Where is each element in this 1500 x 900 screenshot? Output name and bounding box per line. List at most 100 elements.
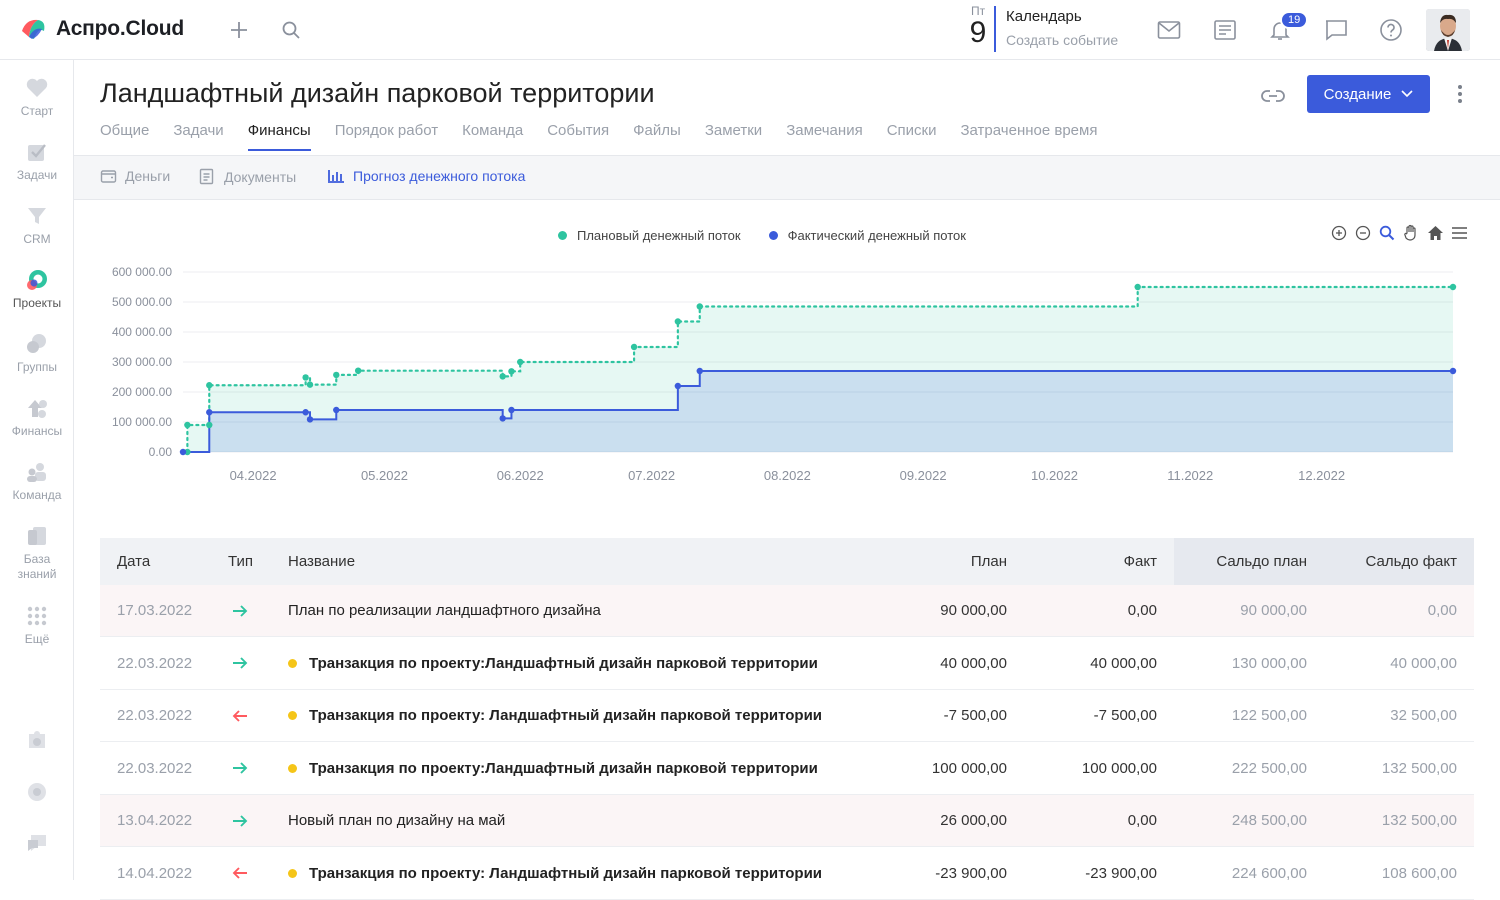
x-tick-label: 05.2022 xyxy=(361,468,408,483)
create-button[interactable]: Создание xyxy=(1307,75,1430,113)
tab-general[interactable]: Общие xyxy=(100,120,149,151)
plan-point xyxy=(306,381,314,388)
today-date[interactable]: Пт 9 xyxy=(962,4,994,48)
zoom-selection-icon[interactable] xyxy=(1378,224,1396,242)
plan-point xyxy=(630,343,638,351)
create-event-link[interactable]: Создать событие xyxy=(1006,32,1118,48)
row-date: 22.03.2022 xyxy=(117,759,193,777)
zoom-in-icon[interactable] xyxy=(1330,224,1348,242)
row-plan: -7 500,00 xyxy=(943,707,1007,724)
mail-icon[interactable] xyxy=(1155,16,1183,44)
legend-item-fact[interactable]: Фактический денежный поток xyxy=(768,228,966,243)
chat-icon[interactable] xyxy=(1322,16,1350,44)
subtab-documents[interactable]: Документы xyxy=(199,168,296,185)
header-plan[interactable]: План xyxy=(971,538,1007,585)
header-name[interactable]: Название xyxy=(288,538,355,585)
sidebar: Старт Задачи CRM Проекты Группы Финансы xyxy=(0,60,74,880)
sidebar-item-groups[interactable]: Группы xyxy=(0,332,74,375)
calendar-title[interactable]: Календарь xyxy=(1006,8,1082,25)
header-type[interactable]: Тип xyxy=(228,538,253,585)
sidebar-item-finance[interactable]: Финансы xyxy=(0,396,74,439)
table-row[interactable]: 22.03.2022 Транзакция по проекту:Ландшафт… xyxy=(100,743,1474,795)
tab-time-spent[interactable]: Затраченное время xyxy=(960,120,1097,151)
x-tick-label: 06.2022 xyxy=(497,468,544,483)
tab-lists[interactable]: Списки xyxy=(887,120,937,151)
help-icon[interactable] xyxy=(1377,16,1405,44)
sidebar-item-extra-3[interactable] xyxy=(0,832,74,860)
tasks-list-icon[interactable] xyxy=(1211,16,1239,44)
table-row[interactable]: 14.04.2022 Транзакция по проекту: Ландшаф… xyxy=(100,848,1474,900)
subtab-cashflow-forecast[interactable]: Прогноз денежного потока xyxy=(327,168,525,184)
add-icon[interactable] xyxy=(225,16,253,44)
sidebar-item-projects[interactable]: Проекты xyxy=(0,268,74,311)
tab-work-order[interactable]: Порядок работ xyxy=(335,120,438,151)
sidebar-label: CRM xyxy=(23,232,51,246)
header-saldo-plan[interactable]: Сальдо план xyxy=(1216,538,1307,585)
legend-item-plan[interactable]: Плановый денежный поток xyxy=(558,228,741,243)
incoming-arrow-icon xyxy=(233,604,248,617)
plan-point xyxy=(674,318,682,325)
sidebar-item-extra-2[interactable] xyxy=(0,780,74,808)
home-icon[interactable] xyxy=(1426,224,1444,242)
table-row[interactable]: 13.04.2022 Новый план по дизайну на май 26… xyxy=(100,795,1474,847)
grid-icon xyxy=(25,604,49,628)
table-row[interactable]: 22.03.2022 Транзакция по проекту: Ландшаф… xyxy=(100,690,1474,742)
search-icon[interactable] xyxy=(277,16,305,44)
top-bar: Аспро.Cloud Пт 9 Календарь Создать событ… xyxy=(0,0,1500,60)
more-menu-icon[interactable] xyxy=(1450,82,1470,106)
groups-icon xyxy=(25,332,49,356)
status-dot-icon xyxy=(288,868,297,878)
notifications-badge: 19 xyxy=(1280,11,1309,29)
x-tick-label: 11.2022 xyxy=(1167,468,1213,483)
y-tick-label: 500 000.00 xyxy=(112,295,172,309)
row-name[interactable]: Транзакция по проекту:Ландшафтный дизайн… xyxy=(288,743,818,794)
menu-icon[interactable] xyxy=(1450,224,1468,242)
tab-team[interactable]: Команда xyxy=(462,120,523,151)
zoom-out-icon[interactable] xyxy=(1354,224,1372,242)
row-saldo-fact: 0,00 xyxy=(1427,602,1457,619)
sidebar-item-more[interactable]: Ещё xyxy=(0,604,74,647)
sidebar-item-tasks[interactable]: Задачи xyxy=(0,140,74,183)
app-logo[interactable]: Аспро.Cloud xyxy=(20,17,184,41)
sidebar-item-knowledge-base[interactable]: База знаний xyxy=(0,524,74,582)
header-date[interactable]: Дата xyxy=(117,538,150,585)
sidebar-label: Проекты xyxy=(12,296,62,310)
sidebar-item-extra-1[interactable] xyxy=(0,728,74,756)
fact-point xyxy=(1449,367,1457,375)
table-row[interactable]: 17.03.2022 План по реализации ландшафтног… xyxy=(100,585,1474,637)
pan-icon[interactable] xyxy=(1402,224,1420,242)
tab-remarks[interactable]: Замечания xyxy=(786,120,863,151)
table-row[interactable]: 22.03.2022 Транзакция по проекту:Ландшафт… xyxy=(100,638,1474,690)
row-name[interactable]: План по реализации ландшафтного дизайна xyxy=(288,585,601,636)
tab-events[interactable]: События xyxy=(547,120,609,151)
tab-finance[interactable]: Финансы xyxy=(247,120,311,151)
header-saldo-fact[interactable]: Сальдо факт xyxy=(1366,538,1457,585)
sidebar-item-team[interactable]: Команда xyxy=(0,460,74,503)
user-avatar[interactable] xyxy=(1426,9,1470,51)
chart-toolbar xyxy=(1330,224,1468,242)
tab-tasks[interactable]: Задачи xyxy=(173,120,223,151)
row-plan: 40 000,00 xyxy=(940,654,1007,672)
row-name[interactable]: Новый план по дизайну на май xyxy=(288,795,505,846)
tab-files[interactable]: Файлы xyxy=(633,120,681,151)
row-name[interactable]: Транзакция по проекту: Ландшафтный дизай… xyxy=(288,848,822,899)
subtab-money[interactable]: Деньги xyxy=(100,168,170,184)
row-date: 22.03.2022 xyxy=(117,707,193,724)
link-icon[interactable] xyxy=(1258,82,1288,110)
tab-notes[interactable]: Заметки xyxy=(705,120,762,151)
cashflow-chart[interactable]: 600 000.00 500 000.00 400 000.00 300 000.00… xyxy=(74,250,1500,500)
row-name-text: Транзакция по проекту: Ландшафтный дизай… xyxy=(309,707,823,724)
project-tabs: Общие Задачи Финансы Порядок работ Коман… xyxy=(100,120,1121,151)
sidebar-item-start[interactable]: Старт xyxy=(0,76,74,119)
heart-icon xyxy=(25,76,49,100)
logo-mark-icon xyxy=(20,17,48,41)
row-name[interactable]: Транзакция по проекту:Ландшафтный дизайн… xyxy=(288,638,818,689)
row-date: 17.03.2022 xyxy=(117,602,193,619)
legend-label: Плановый денежный поток xyxy=(577,228,741,243)
subtab-label: Деньги xyxy=(125,168,171,184)
outgoing-arrow-icon xyxy=(232,709,247,722)
puzzle-icon xyxy=(25,728,49,752)
row-name[interactable]: Транзакция по проекту: Ландшафтный дизай… xyxy=(288,690,822,741)
sidebar-item-crm[interactable]: CRM xyxy=(0,204,74,247)
header-fact[interactable]: Факт xyxy=(1124,538,1157,585)
